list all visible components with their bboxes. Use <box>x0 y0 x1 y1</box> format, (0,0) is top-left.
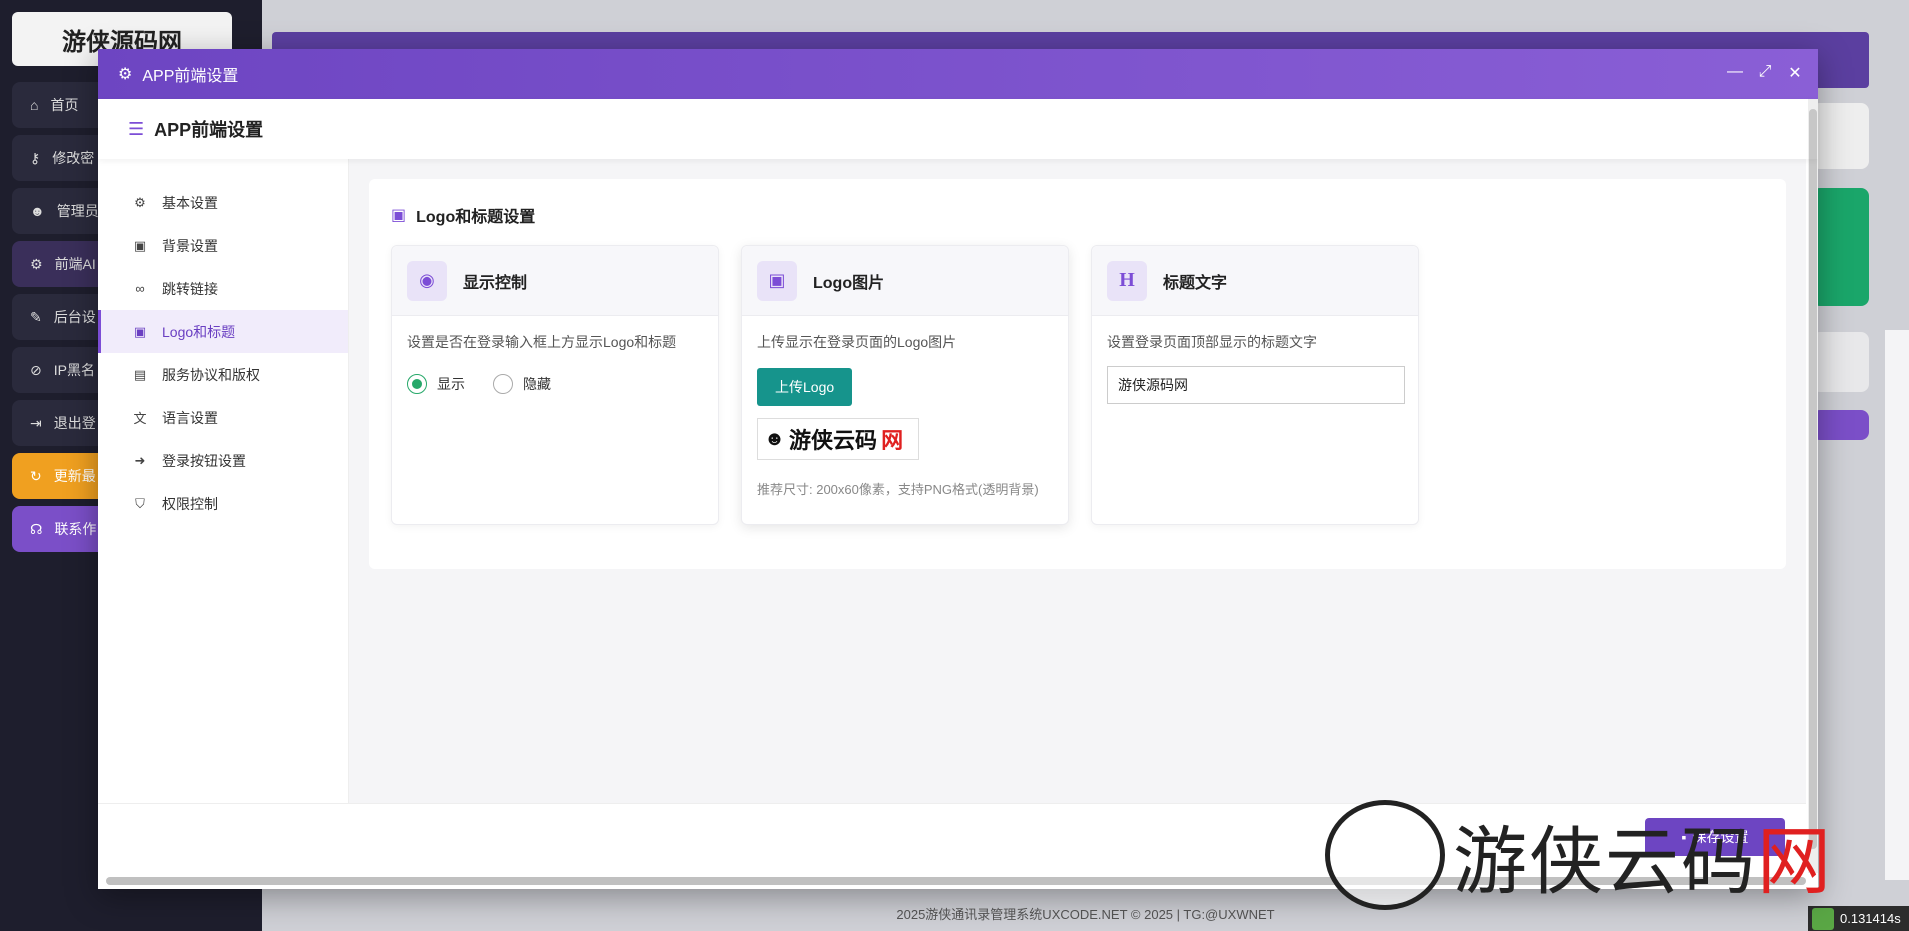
card-header: ◉ 显示控制 <box>392 246 718 316</box>
nav-item-agreement[interactable]: ▤ 服务协议和版权 <box>98 353 348 396</box>
radio-show[interactable]: 显示 <box>407 374 465 394</box>
radio-circle[interactable] <box>407 374 427 394</box>
title-text-card: H 标题文字 设置登录页面顶部显示的标题文字 <box>1091 245 1419 525</box>
hooded-avatar-icon <box>1325 800 1445 910</box>
logo-title-panel: ▣ Logo和标题设置 ◉ 显示控制 设置是否在登录输入框上方显示Logo和标题 <box>369 179 1786 569</box>
logo-size-hint: 推荐尺寸: 200x60像素，支持PNG格式(透明背景) <box>757 482 1039 497</box>
users-icon: ☻ <box>30 203 45 219</box>
modal-header: ☰ APP前端设置 <box>98 99 1818 159</box>
radio-circle[interactable] <box>493 374 513 394</box>
settings-nav: ⚙ 基本设置 ▣ 背景设置 ∞ 跳转链接 ▣ Logo和标题 ▤ 服务协议和版权 文语言设… <box>98 159 349 803</box>
document-icon: ▤ <box>133 366 147 382</box>
logo-preview: ☻ 游侠云码网 <box>757 418 919 460</box>
settings-content: ▣ Logo和标题设置 ◉ 显示控制 设置是否在登录输入框上方显示Logo和标题 <box>349 159 1806 803</box>
modal-body: ⚙ 基本设置 ▣ 背景设置 ∞ 跳转链接 ▣ Logo和标题 ▤ 服务协议和版权 文语言设… <box>98 159 1806 803</box>
card-header: ▣ Logo图片 <box>742 246 1068 316</box>
nav-item-login-button[interactable]: ➜ 登录按钮设置 <box>98 439 348 482</box>
background-card <box>1812 103 1869 169</box>
wrench-icon: ✎ <box>30 308 42 325</box>
card-body: 上传显示在登录页面的Logo图片 上传Logo ☻ 游侠云码网 推荐尺寸: 20… <box>742 316 1068 515</box>
display-radio-group: 显示 隐藏 <box>407 374 703 394</box>
image-icon: ▣ <box>133 237 147 253</box>
background-side-widget <box>1885 330 1909 880</box>
hooded-avatar-icon: ☻ <box>764 427 786 450</box>
nav-item-basic[interactable]: ⚙ 基本设置 <box>98 181 348 224</box>
gear-icon: ⚙ <box>30 255 43 272</box>
sign-in-icon: ➜ <box>134 452 146 468</box>
card-body: 设置是否在登录输入框上方显示Logo和标题 显示 隐藏 <box>392 316 718 410</box>
upload-logo-button[interactable]: 上传Logo <box>757 368 853 406</box>
vertical-scrollbar[interactable] <box>1808 99 1818 873</box>
modal-heading: APP前端设置 <box>154 120 264 140</box>
logo-image-card: ▣ Logo图片 上传显示在登录页面的Logo图片 上传Logo ☻ 游侠云码网… <box>741 245 1069 525</box>
nav-item-permissions[interactable]: ⛉ 权限控制 <box>98 482 348 525</box>
card-header: H 标题文字 <box>1092 246 1418 316</box>
maximize-icon[interactable]: ⤢ <box>1756 63 1774 83</box>
settings-modal: ⚙ APP前端设置 — ⤢ ✕ ☰ APP前端设置 ⚙ 基本设置 ▣ 背景设置 ∞ 跳… <box>98 49 1818 889</box>
panel-title: ▣ Logo和标题设置 <box>391 207 536 226</box>
nav-item-background[interactable]: ▣ 背景设置 <box>98 224 348 267</box>
heading-icon: H <box>1107 260 1147 301</box>
card-description: 设置是否在登录输入框上方显示Logo和标题 <box>407 334 677 350</box>
refresh-icon: ↻ <box>30 467 42 484</box>
background-card-green <box>1812 188 1869 306</box>
title-text-input[interactable] <box>1107 366 1405 404</box>
headset-icon: ☊ <box>30 520 43 537</box>
nav-item-links[interactable]: ∞ 跳转链接 <box>98 267 348 310</box>
home-icon: ⌂ <box>30 97 39 113</box>
card-description: 上传显示在登录页面的Logo图片 <box>757 334 957 350</box>
card-description: 设置登录页面顶部显示的标题文字 <box>1107 334 1317 350</box>
nav-item-logo-title[interactable]: ▣ Logo和标题 <box>98 310 348 353</box>
image-icon: ▣ <box>757 260 797 301</box>
logout-icon: ⇥ <box>30 414 42 431</box>
translate-icon: 文 <box>133 411 147 426</box>
key-icon: ⚷ <box>30 149 41 166</box>
sliders-icon: ☰ <box>128 118 145 139</box>
modal-title: APP前端设置 <box>142 68 239 85</box>
minimize-icon[interactable]: — <box>1726 63 1744 83</box>
radio-hide[interactable]: 隐藏 <box>493 374 551 394</box>
watermark-text: 游侠云码网 <box>1453 819 1833 903</box>
background-button <box>1812 410 1869 440</box>
eye-icon: ◉ <box>407 260 447 301</box>
image-icon: ▣ <box>133 323 147 339</box>
gear-icon: ⚙ <box>118 66 133 83</box>
card-body: 设置登录页面顶部显示的标题文字 <box>1092 316 1418 420</box>
scroll-thumb[interactable] <box>1809 109 1817 849</box>
watermark: 游侠云码网 <box>1325 795 1885 915</box>
modal-titlebar[interactable]: ⚙ APP前端设置 — ⤢ ✕ <box>98 49 1818 99</box>
gear-icon: ⚙ <box>134 194 146 210</box>
display-control-card: ◉ 显示控制 设置是否在登录输入框上方显示Logo和标题 显示 隐藏 <box>391 245 719 525</box>
ban-icon: ⊘ <box>30 361 42 378</box>
link-icon: ∞ <box>135 281 145 296</box>
nav-item-language[interactable]: 文语言设置 <box>98 396 348 439</box>
shield-icon: ⛉ <box>135 495 145 511</box>
image-icon: ▣ <box>391 207 407 224</box>
window-controls: — ⤢ ✕ <box>1726 63 1804 83</box>
settings-cards: ◉ 显示控制 设置是否在登录输入框上方显示Logo和标题 显示 隐藏 ▣ Log… <box>391 245 1764 525</box>
close-icon[interactable]: ✕ <box>1786 63 1804 83</box>
background-card <box>1812 332 1869 392</box>
